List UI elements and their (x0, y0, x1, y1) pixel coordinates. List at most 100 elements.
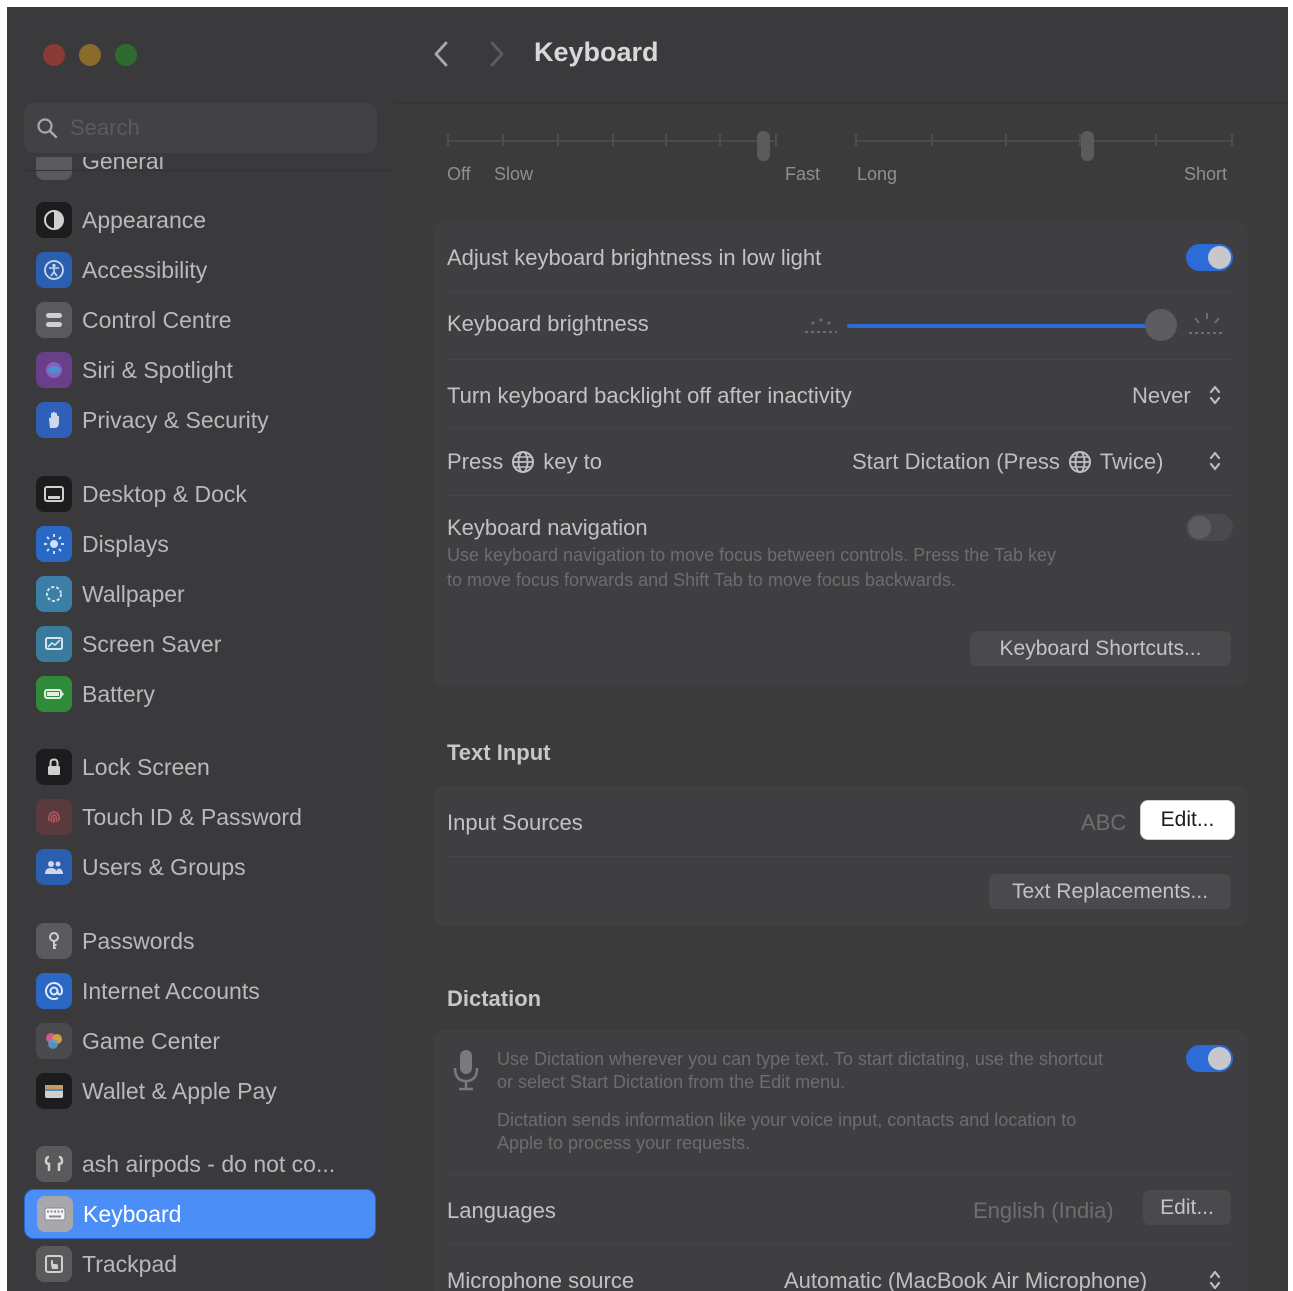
sidebar-item-label: Displays (82, 530, 169, 557)
backlight-off-label: Turn keyboard backlight off after inacti… (447, 383, 852, 408)
adjust-brightness-label: Adjust keyboard brightness in low light (447, 245, 822, 270)
sidebar-item-appearance[interactable]: Appearance (24, 195, 376, 245)
keyboard-icon (37, 1196, 73, 1232)
dictation-group: Use Dictation wherever you can type text… (433, 1030, 1248, 1291)
sidebar-item-label: General (82, 157, 164, 174)
sidebar-item-label: Accessibility (82, 256, 208, 283)
sidebar-item-screen-saver[interactable]: Screen Saver (24, 619, 376, 669)
dictation-desc-1: Use Dictation wherever you can type text… (497, 1049, 1103, 1069)
sidebar-item-label: Desktop & Dock (82, 480, 247, 507)
dictation-heading: Dictation (447, 986, 542, 1011)
sidebar-item-label: Trackpad (82, 1250, 178, 1277)
press-globe-key-value[interactable]: Start Dictation (Press Twice) (852, 449, 1163, 475)
keyboard-navigation-toggle[interactable] (1186, 514, 1233, 541)
sidebar-item-ash-airpods-do-not-co[interactable]: ash airpods - do not co... (24, 1139, 376, 1189)
sidebar-item-passwords[interactable]: Passwords (24, 916, 376, 966)
wallet-icon (36, 1073, 72, 1109)
keyboard-brightness-slider[interactable] (847, 324, 1149, 328)
keyboard-brightness-knob[interactable] (1144, 309, 1177, 341)
sidebar-item-accessibility[interactable]: Accessibility (24, 245, 376, 295)
languages-edit-button[interactable]: Edit... (1143, 1190, 1231, 1225)
battery-icon (36, 676, 72, 712)
sidebar-item-label: ash airpods - do not co... (82, 1150, 336, 1177)
dictation-desc-3: Dictation sends information like your vo… (497, 1110, 1077, 1130)
backlight-off-value[interactable]: Never (1132, 383, 1191, 409)
slider-label-fast: Fast (785, 164, 821, 184)
dictation-toggle[interactable] (1186, 1045, 1233, 1072)
sidebar-item-desktop-dock[interactable]: Desktop & Dock (24, 469, 376, 519)
dictation-value-part: Start Dictation (Press (852, 449, 1060, 474)
globe-icon (1068, 451, 1091, 473)
sidebar-item-label: Game Center (82, 1027, 221, 1054)
sidebar-item-label: Wallet & Apple Pay (82, 1077, 277, 1104)
press-label-part: Press (447, 449, 504, 474)
system-settings-window: General Appearance Accessibility Control C… (7, 7, 1288, 1291)
gear-icon (36, 157, 72, 180)
fingerprint-icon (36, 799, 72, 835)
sidebar-item-trackpad[interactable]: Trackpad (24, 1239, 376, 1289)
languages-value: English (India) (973, 1198, 1114, 1223)
delay-slider[interactable] (855, 131, 1233, 161)
keyboard-navigation-label: Keyboard navigation (447, 515, 648, 540)
sidebar-item-label: Siri & Spotlight (82, 356, 233, 383)
hand-icon (36, 402, 72, 438)
sidebar-item-internet-accounts[interactable]: Internet Accounts (24, 966, 376, 1016)
text-replacements-button[interactable]: Text Replacements... (989, 874, 1231, 909)
slider-label-short: Short (1184, 164, 1228, 184)
sidebar-item-users-groups[interactable]: Users & Groups (24, 842, 376, 892)
slider-label-long: Long (857, 164, 898, 184)
key-repeat-knob[interactable] (757, 131, 770, 161)
up-down-chevron-icon[interactable] (1208, 384, 1222, 406)
sidebar-item-lock-screen[interactable]: Lock Screen (24, 742, 376, 792)
screen-saver-icon (36, 626, 72, 662)
twice-value-part: Twice) (1099, 449, 1164, 474)
sidebar-item-wallet-apple-pay[interactable]: Wallet & Apple Pay (24, 1066, 376, 1116)
sidebar-item-control-centre[interactable]: Control Centre (24, 295, 376, 345)
sidebar-item-wallpaper[interactable]: Wallpaper (24, 569, 376, 619)
sidebar-list: General Appearance Accessibility Control C… (7, 7, 393, 1291)
sun-icon (36, 526, 72, 562)
input-sources-value: ABC (1081, 810, 1127, 835)
sidebar-item-privacy-security[interactable]: Privacy & Security (24, 395, 376, 445)
wallpaper-icon (36, 576, 72, 612)
sidebar-item-keyboard[interactable]: Keyboard (24, 1189, 376, 1239)
input-sources-edit-button[interactable]: Edit... (1141, 801, 1234, 839)
dock-icon (36, 476, 72, 512)
sidebar-item-battery[interactable]: Battery (24, 669, 376, 719)
keyboard-brightness-label: Keyboard brightness (447, 311, 649, 336)
appearance-icon (36, 202, 72, 238)
game-center-icon (36, 1023, 72, 1059)
adjust-brightness-toggle[interactable] (1186, 244, 1233, 271)
keyboard-shortcuts-button[interactable]: Keyboard Shortcuts... (970, 631, 1231, 666)
slider-label-off: Off (447, 164, 471, 184)
trackpad-icon (36, 1246, 72, 1282)
dictation-desc-4: Apple to process your requests. (497, 1133, 751, 1153)
keyboard-navigation-desc-2: to move focus forwards and Shift Tab to … (447, 570, 956, 590)
microphone-icon (453, 1050, 479, 1091)
text-input-heading: Text Input (447, 740, 551, 765)
at-icon (36, 973, 72, 1009)
up-down-chevron-icon[interactable] (1208, 1269, 1222, 1291)
up-down-chevron-icon[interactable] (1208, 450, 1222, 472)
sidebar-item-label: Lock Screen (82, 753, 210, 780)
control-centre-icon (36, 302, 72, 338)
microphone-source-value[interactable]: Automatic (MacBook Air Microphone) (784, 1268, 1147, 1291)
sidebar-item-game-center[interactable]: Game Center (24, 1016, 376, 1066)
lock-icon (36, 749, 72, 785)
chevron-right-icon[interactable] (481, 39, 511, 69)
press-globe-key-label: Press key to (447, 449, 602, 475)
brightness-low-icon (805, 318, 837, 333)
settings-content: Off Slow Fast Long Short Adjust keyboard… (393, 104, 1288, 1291)
input-sources-label: Input Sources (447, 810, 583, 835)
key-repeat-slider[interactable] (447, 131, 777, 161)
chevron-left-icon[interactable] (427, 39, 457, 69)
sidebar-item-displays[interactable]: Displays (24, 519, 376, 569)
sidebar-item-label: Passwords (82, 927, 195, 954)
sidebar-item-label: Privacy & Security (82, 406, 269, 433)
sidebar-item-siri-spotlight[interactable]: Siri & Spotlight (24, 345, 376, 395)
delay-knob[interactable] (1081, 131, 1094, 161)
key-icon (36, 923, 72, 959)
sidebar-item-general[interactable]: General (24, 157, 376, 187)
keyboard-brightness-group: Adjust keyboard brightness in low light … (433, 221, 1248, 687)
sidebar-item-touch-id-password[interactable]: Touch ID & Password (24, 792, 376, 842)
